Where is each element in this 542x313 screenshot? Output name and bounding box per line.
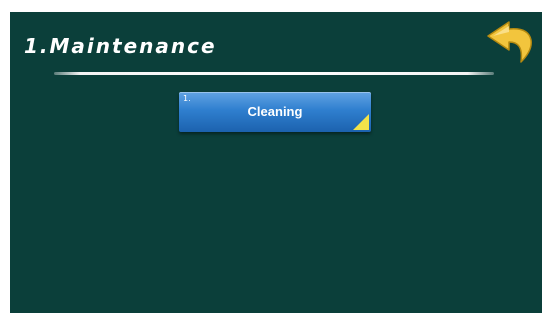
page-title: 1.Maintenance (24, 34, 217, 58)
back-arrow-icon (487, 21, 532, 63)
menu-item-label: Cleaning (247, 104, 303, 119)
menu-item-index: 1. (183, 94, 191, 103)
maintenance-screen: 1.Maintenance 1. Cleaning (10, 12, 542, 313)
back-button[interactable] (485, 20, 537, 66)
corner-marker-icon (353, 114, 369, 130)
cleaning-button[interactable]: 1. Cleaning (179, 92, 371, 132)
title-divider (54, 72, 494, 75)
